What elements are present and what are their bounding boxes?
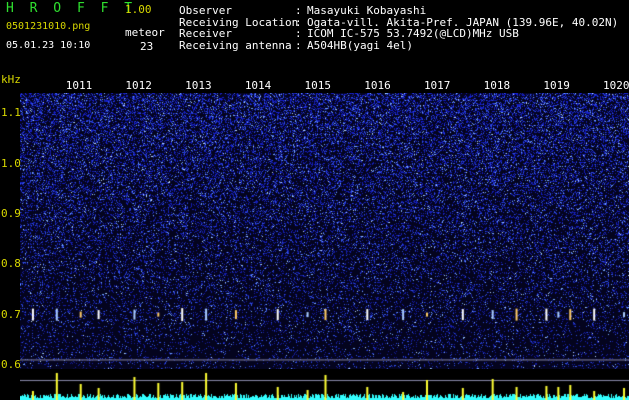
meteor-count-label: meteor bbox=[125, 26, 165, 39]
y-tick-label: 1.1 bbox=[1, 106, 21, 120]
station-info: Observer : Masayuki Kobayashi Receiving … bbox=[179, 5, 618, 51]
meteor-count-value: 23 bbox=[140, 40, 154, 53]
y-tick-label: 0.9 bbox=[1, 206, 21, 220]
info-row-observer: Observer : Masayuki Kobayashi bbox=[179, 5, 618, 17]
info-separator: : bbox=[295, 27, 302, 40]
spectrogram-canvas bbox=[20, 93, 629, 370]
timestamp: 05.01.23 10:10 bbox=[6, 40, 91, 51]
file-name: 0501231010.png bbox=[6, 21, 91, 32]
time-tick-label: 1018 bbox=[483, 79, 511, 92]
signal-meter-canvas bbox=[20, 369, 629, 400]
time-tick-label: 1015 bbox=[304, 79, 332, 92]
app-version: 1.00 bbox=[125, 3, 152, 16]
time-tick-label: 1014 bbox=[244, 79, 272, 92]
info-row-receiver: Receiver : ICOM IC-575 53.7492(@LCD)MHz … bbox=[179, 28, 618, 40]
time-tick-label: 1013 bbox=[185, 79, 212, 92]
y-tick-label: 0.8 bbox=[1, 257, 21, 271]
info-key: Receiving antenna bbox=[179, 38, 292, 52]
info-value: ICOM IC-575 53.7492(@LCD)MHz USB bbox=[307, 27, 519, 40]
y-tick-label: 1.0 bbox=[1, 156, 21, 170]
time-tick-label: 1016 bbox=[364, 79, 391, 92]
y-tick-label: 0.7 bbox=[1, 307, 21, 321]
time-tick-label: 1017 bbox=[423, 79, 451, 92]
info-separator: : bbox=[295, 4, 302, 17]
app-title: H R O F F T bbox=[6, 1, 137, 16]
info-value: A504HB(yagi 4el) bbox=[307, 38, 413, 52]
time-tick-label: 1012 bbox=[125, 79, 152, 92]
y-tick-label: 0.6 bbox=[1, 357, 21, 371]
y-axis-unit: kHz bbox=[1, 73, 21, 86]
time-tick-label: 1019 bbox=[543, 79, 570, 92]
time-tick-label: 1020 bbox=[603, 79, 629, 92]
info-separator: : bbox=[295, 38, 302, 52]
info-key: Receiver bbox=[179, 27, 232, 40]
info-row-antenna: Receiving antenna : A504HB(yagi 4el) bbox=[179, 38, 618, 52]
info-key: Observer bbox=[179, 4, 232, 17]
info-value: Masayuki Kobayashi bbox=[307, 4, 427, 17]
time-tick-label: 1011 bbox=[65, 79, 93, 92]
